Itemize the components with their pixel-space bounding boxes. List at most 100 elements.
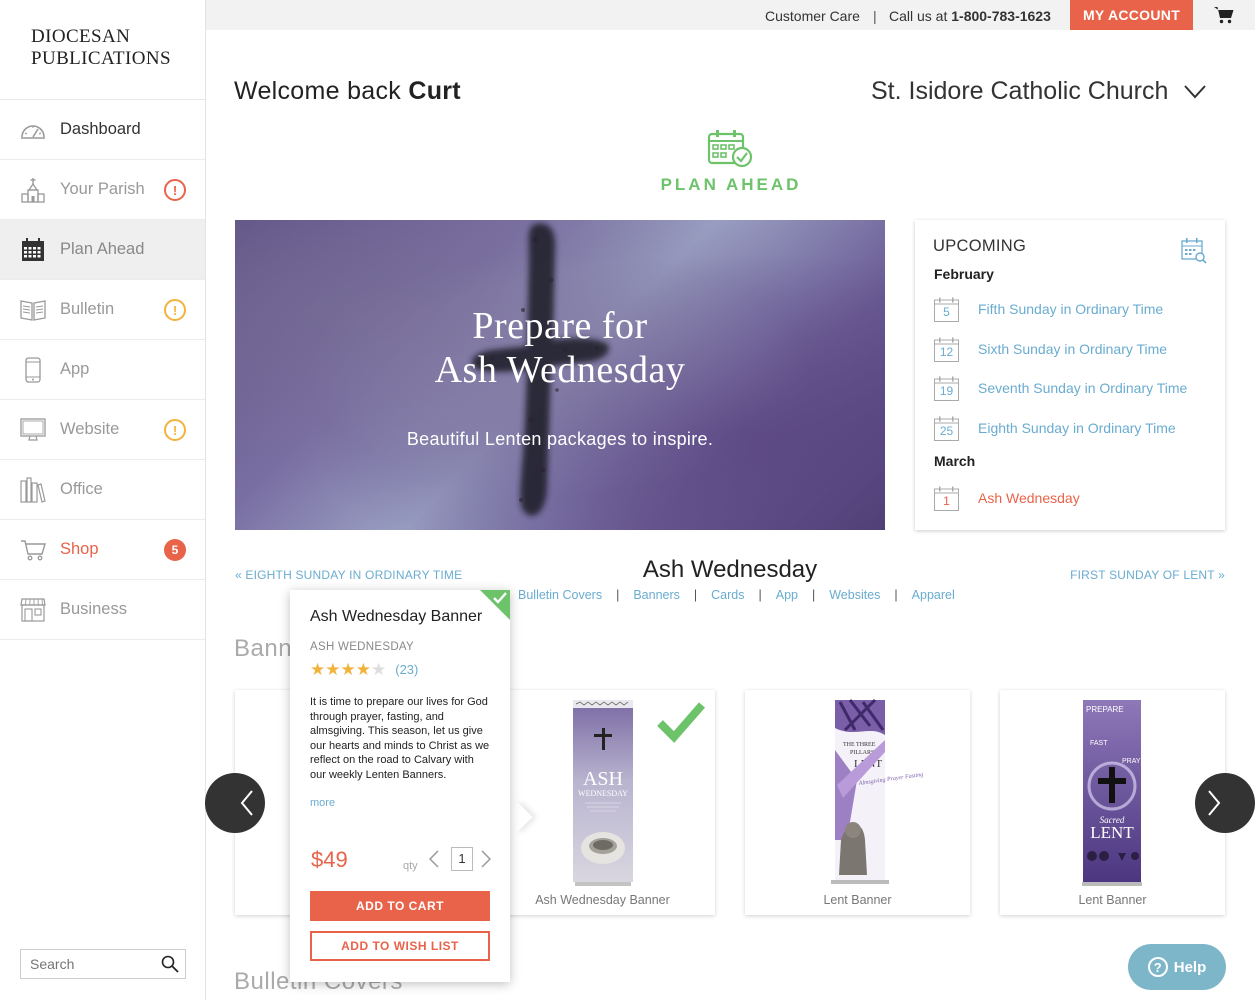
church-icon bbox=[20, 177, 46, 203]
question-icon: ? bbox=[1147, 957, 1168, 977]
banner-wednesday-text: WEDNESDAY bbox=[578, 789, 628, 798]
quantity-input[interactable]: 1 bbox=[451, 847, 473, 871]
phone-number[interactable]: 1-800-783-1623 bbox=[951, 8, 1051, 24]
customer-care-link[interactable]: Customer Care bbox=[765, 8, 860, 24]
sidebar-item-label: Office bbox=[60, 480, 103, 498]
product-price: $49 bbox=[311, 847, 348, 872]
top-bar: Customer Care | Call us at 1-800-783-162… bbox=[206, 0, 1255, 30]
upcoming-event[interactable]: 12 Sixth Sunday in Ordinary Time bbox=[934, 335, 1167, 363]
product-label: Lent Banner bbox=[1078, 893, 1147, 907]
alert-badge: ! bbox=[164, 419, 186, 441]
banner-fast-text: FAST bbox=[1090, 740, 1108, 747]
sidebar-item-bulletin[interactable]: Bulletin ! bbox=[0, 280, 205, 340]
my-account-button[interactable]: MY ACCOUNT bbox=[1070, 0, 1193, 30]
category-link-cards[interactable]: Cards bbox=[711, 588, 744, 602]
next-occasion-link[interactable]: FIRST SUNDAY OF LENT » bbox=[1070, 568, 1225, 582]
help-label: Help bbox=[1173, 958, 1207, 976]
sidebar-item-label: Shop bbox=[60, 540, 99, 558]
cart-icon[interactable] bbox=[1214, 5, 1234, 30]
alert-badge: ! bbox=[164, 179, 186, 201]
rating-stars[interactable]: ★ ★ ★ ★ ★ (23) bbox=[310, 661, 418, 678]
product-label: Ash Wednesday Banner bbox=[535, 893, 670, 907]
event-name: Fifth Sunday in Ordinary Time bbox=[978, 301, 1164, 317]
sidebar: DIOCESAN PUBLICATIONS Dashboard Your Par… bbox=[0, 0, 206, 1000]
sidebar-item-dashboard[interactable]: Dashboard bbox=[0, 100, 205, 160]
product-card[interactable]: PREPARE FAST PRAY Sacred LENT Lent Banne… bbox=[1000, 690, 1225, 915]
upcoming-title: UPCOMING bbox=[933, 237, 1027, 255]
monitor-icon bbox=[20, 417, 46, 443]
event-day: 12 bbox=[939, 344, 954, 359]
star-icon: ★ bbox=[325, 660, 341, 679]
calendar-search-icon[interactable] bbox=[1181, 238, 1207, 269]
brand-logo[interactable]: DIOCESAN PUBLICATIONS bbox=[0, 0, 205, 100]
brand-line-1: DIOCESAN bbox=[31, 26, 131, 47]
category-link-bulletin-covers[interactable]: Bulletin Covers bbox=[518, 588, 602, 602]
calendar-icon bbox=[20, 237, 46, 263]
hero-title-line-2: Ash Wednesday bbox=[434, 349, 686, 391]
previous-occasion-link[interactable]: « EIGHTH SUNDAY IN ORDINARY TIME bbox=[235, 568, 462, 582]
sidebar-item-plan-ahead[interactable]: Plan Ahead bbox=[0, 220, 205, 280]
date-icon: 12 bbox=[934, 337, 959, 362]
event-day: 25 bbox=[939, 423, 954, 438]
category-link-websites[interactable]: Websites bbox=[829, 588, 880, 602]
sidebar-item-your-parish[interactable]: Your Parish ! bbox=[0, 160, 205, 220]
sidebar-item-label: Your Parish bbox=[60, 180, 145, 198]
sidebar-search bbox=[20, 949, 186, 979]
event-name: Sixth Sunday in Ordinary Time bbox=[978, 341, 1168, 357]
add-to-wish-list-button[interactable]: ADD TO WISH LIST bbox=[310, 931, 490, 961]
storefront-icon bbox=[20, 597, 46, 623]
product-card[interactable]: THE THREE PILLARS OF LENT Almsgiving Pra… bbox=[745, 690, 970, 915]
book-icon bbox=[20, 297, 46, 323]
upcoming-event[interactable]: 25 Eighth Sunday in Ordinary Time bbox=[934, 414, 1176, 442]
help-button[interactable]: ? Help bbox=[1128, 944, 1226, 990]
date-icon: 5 bbox=[934, 297, 959, 322]
sidebar-item-business[interactable]: Business bbox=[0, 580, 205, 640]
qty-decrease-icon[interactable] bbox=[429, 850, 439, 868]
sidebar-item-website[interactable]: Website ! bbox=[0, 400, 205, 460]
sidebar-item-label: Website bbox=[60, 420, 120, 438]
divider: | bbox=[758, 588, 762, 602]
month-heading: February bbox=[934, 266, 994, 282]
carousel-next-button[interactable] bbox=[1195, 773, 1255, 833]
chevron-left-icon bbox=[240, 790, 253, 816]
upcoming-event[interactable]: 19 Seventh Sunday in Ordinary Time bbox=[934, 374, 1187, 402]
review-count-link[interactable]: (23) bbox=[395, 662, 418, 677]
sidebar-item-app[interactable]: App bbox=[0, 340, 205, 400]
more-link[interactable]: more bbox=[310, 797, 335, 809]
hero-banner[interactable]: Prepare for Ash Wednesday Beautiful Lent… bbox=[235, 220, 885, 530]
category-link-apparel[interactable]: Apparel bbox=[912, 588, 955, 602]
category-link-banners[interactable]: Banners bbox=[633, 588, 680, 602]
sidebar-item-office[interactable]: Office bbox=[0, 460, 205, 520]
date-icon: 19 bbox=[934, 376, 959, 401]
welcome-message: Welcome back Curt bbox=[234, 77, 461, 106]
check-icon bbox=[493, 592, 507, 604]
event-name: Ash Wednesday bbox=[978, 490, 1080, 506]
carousel-prev-button[interactable] bbox=[205, 773, 265, 833]
popover-subtitle: ASH WEDNESDAY bbox=[310, 641, 415, 653]
lent-banner-image: PREPARE FAST PRAY Sacred LENT bbox=[1082, 700, 1142, 886]
sidebar-item-label: Bulletin bbox=[60, 300, 115, 318]
event-day: 5 bbox=[943, 304, 950, 319]
plan-ahead-title: PLAN AHEAD bbox=[660, 175, 802, 194]
divider: | bbox=[616, 588, 620, 602]
category-link-app[interactable]: App bbox=[776, 588, 798, 602]
sidebar-item-shop[interactable]: Shop 5 bbox=[0, 520, 205, 580]
cart-count-badge: 5 bbox=[164, 539, 186, 561]
parish-dropdown[interactable]: St. Isidore Catholic Church bbox=[871, 77, 1207, 106]
checkmark-icon bbox=[657, 702, 706, 743]
category-links: Bulletin Covers | Banners | Cards | App … bbox=[518, 588, 955, 602]
welcome-prefix: Welcome back bbox=[234, 77, 402, 105]
search-input[interactable] bbox=[30, 956, 160, 972]
brand-line-2: PUBLICATIONS bbox=[31, 48, 171, 69]
event-name: Seventh Sunday in Ordinary Time bbox=[978, 380, 1188, 396]
lent-banner-image: THE THREE PILLARS OF LENT Almsgiving Pra… bbox=[831, 698, 924, 884]
qty-increase-icon[interactable] bbox=[481, 850, 491, 868]
phone-icon bbox=[20, 356, 46, 383]
upcoming-event[interactable]: 5 Fifth Sunday in Ordinary Time bbox=[934, 295, 1163, 323]
event-name: Eighth Sunday in Ordinary Time bbox=[978, 420, 1176, 436]
search-icon[interactable] bbox=[161, 955, 179, 978]
add-to-cart-button[interactable]: ADD TO CART bbox=[310, 891, 490, 921]
chevron-right-icon bbox=[1208, 790, 1221, 816]
product-card[interactable]: ASH WEDNESDAY Ash Wednesday Banner bbox=[490, 690, 715, 915]
upcoming-event[interactable]: 1 Ash Wednesday bbox=[934, 484, 1080, 512]
